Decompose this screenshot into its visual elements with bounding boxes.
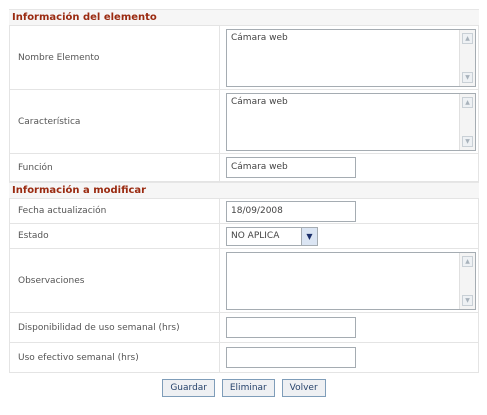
- caracteristica-textarea[interactable]: Cámara web ▲ ▼: [226, 92, 476, 151]
- nombre-textarea[interactable]: Cámara web ▲ ▼: [226, 28, 476, 87]
- volver-button[interactable]: Volver: [281, 379, 326, 397]
- row-funcion: Función Cámara web: [9, 153, 479, 182]
- estado-value: NO APLICA: [231, 231, 280, 241]
- fecha-label: Fecha actualización: [9, 198, 220, 224]
- eliminar-button[interactable]: Eliminar: [221, 379, 275, 397]
- row-caracteristica: Característica Cámara web ▲ ▼: [9, 89, 479, 154]
- caracteristica-scrollbar[interactable]: ▲ ▼: [459, 93, 475, 150]
- row-observaciones: Observaciones ▲ ▼: [9, 248, 479, 313]
- estado-label: Estado: [9, 223, 220, 249]
- row-uso: Uso efectivo semanal (hrs): [9, 342, 479, 373]
- scroll-down-icon[interactable]: ▼: [462, 135, 473, 147]
- disponibilidad-label: Disponibilidad de uso semanal (hrs): [9, 312, 220, 343]
- scroll-down-icon[interactable]: ▼: [462, 71, 473, 83]
- funcion-input[interactable]: Cámara web: [226, 157, 356, 178]
- scroll-up-icon[interactable]: ▲: [462, 32, 473, 44]
- nombre-value: Cámara web: [231, 32, 288, 43]
- fecha-input[interactable]: 18/09/2008: [226, 200, 356, 222]
- scroll-down-icon[interactable]: ▼: [462, 294, 473, 306]
- guardar-button[interactable]: Guardar: [162, 379, 215, 397]
- info-table: Nombre Elemento Cámara web ▲ ▼ Caracterí…: [9, 25, 479, 182]
- modify-table: Fecha actualización 18/09/2008 Estado NO…: [9, 198, 479, 373]
- scroll-up-icon[interactable]: ▲: [462, 96, 473, 108]
- estado-select[interactable]: NO APLICA ▼: [226, 226, 318, 246]
- row-nombre: Nombre Elemento Cámara web ▲ ▼: [9, 25, 479, 90]
- scroll-up-icon[interactable]: ▲: [462, 255, 473, 267]
- disponibilidad-input[interactable]: [226, 317, 356, 338]
- form-container: Información del elemento Nombre Elemento…: [9, 9, 479, 397]
- button-bar: Guardar Eliminar Volver: [9, 373, 479, 397]
- chevron-down-icon[interactable]: ▼: [301, 227, 317, 245]
- row-fecha: Fecha actualización 18/09/2008: [9, 198, 479, 224]
- funcion-label: Función: [9, 153, 220, 182]
- observaciones-scrollbar[interactable]: ▲ ▼: [459, 252, 475, 309]
- observaciones-label: Observaciones: [9, 248, 220, 313]
- caracteristica-label: Característica: [9, 89, 220, 154]
- row-disponibilidad: Disponibilidad de uso semanal (hrs): [9, 312, 479, 343]
- section-header-modify: Información a modificar: [9, 182, 479, 198]
- uso-input[interactable]: [226, 347, 356, 368]
- uso-label: Uso efectivo semanal (hrs): [9, 342, 220, 373]
- nombre-label: Nombre Elemento: [9, 25, 220, 90]
- nombre-scrollbar[interactable]: ▲ ▼: [459, 29, 475, 86]
- section-header-info: Información del elemento: [9, 9, 479, 25]
- caracteristica-value: Cámara web: [231, 96, 288, 107]
- row-estado: Estado NO APLICA ▼: [9, 223, 479, 249]
- observaciones-textarea[interactable]: ▲ ▼: [226, 251, 476, 310]
